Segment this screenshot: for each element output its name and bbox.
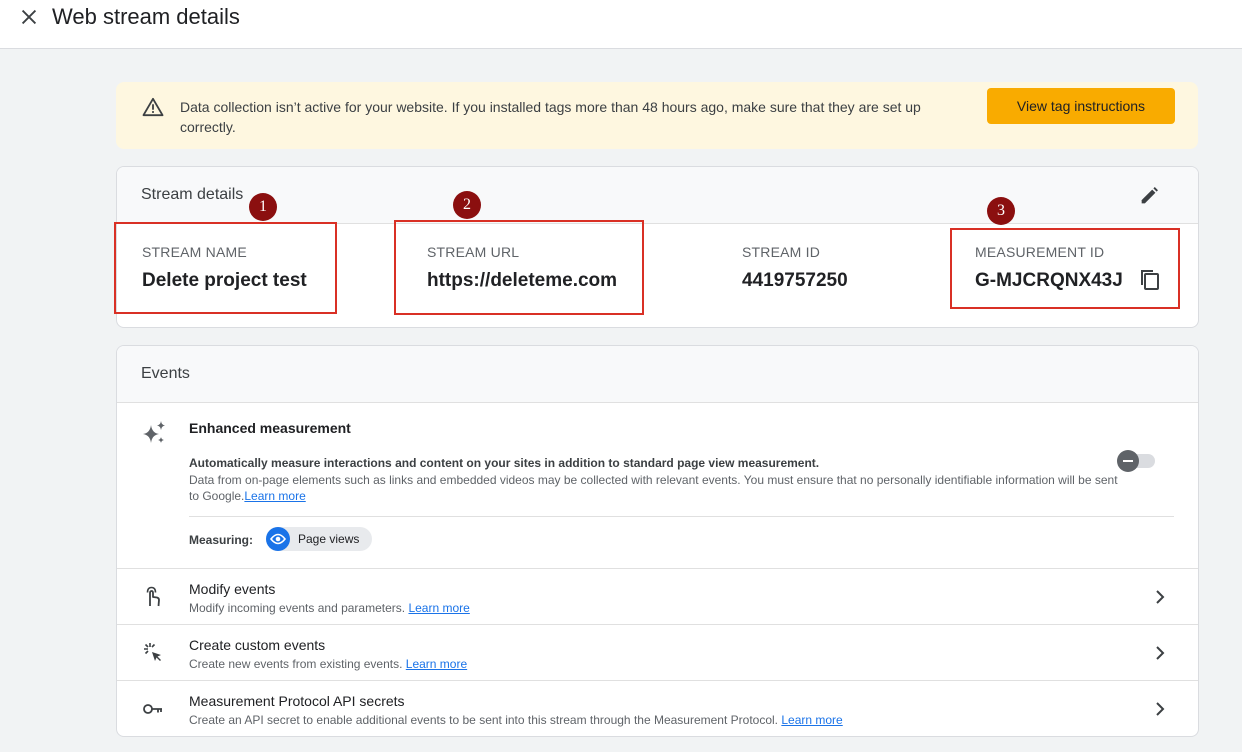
callout-3: 3: [987, 197, 1015, 225]
modify-events-description: Modify incoming events and parameters. L…: [189, 601, 470, 615]
close-icon[interactable]: [18, 6, 40, 28]
measurement-protocol-learn-more-link[interactable]: Learn more: [781, 713, 842, 727]
stream-details-title: Stream details: [141, 186, 244, 203]
view-tag-instructions-button[interactable]: View tag instructions: [987, 88, 1175, 124]
create-custom-events-title: Create custom events: [189, 637, 326, 653]
enhanced-measurement-description-text: Data from on-page elements such as links…: [189, 473, 1118, 503]
eye-icon: [266, 527, 290, 551]
modify-events-row[interactable]: Modify events Modify incoming events and…: [117, 568, 1198, 624]
pencil-icon[interactable]: [1138, 185, 1160, 207]
key-icon: [143, 704, 162, 714]
modify-events-learn-more-link[interactable]: Learn more: [408, 601, 469, 615]
enhanced-measurement-title: Enhanced measurement: [189, 420, 351, 436]
create-custom-events-description: Create new events from existing events. …: [189, 657, 467, 671]
stream-id-label: STREAM ID: [742, 244, 821, 260]
highlight-measurement-id: [950, 228, 1180, 309]
chevron-right-icon: [1156, 646, 1165, 660]
highlight-stream-url: [394, 220, 644, 315]
toggle-knob: [1117, 450, 1139, 472]
page-title: Web stream details: [52, 4, 240, 29]
measurement-protocol-title: Measurement Protocol API secrets: [189, 693, 405, 709]
events-header: Events: [117, 346, 1198, 403]
measurement-protocol-description-text: Create an API secret to enable additiona…: [189, 713, 779, 727]
callout-1: 1: [249, 193, 277, 221]
warning-banner: Data collection isn’t active for your we…: [116, 82, 1198, 149]
events-title: Events: [141, 365, 190, 382]
sparkle-icon: [143, 421, 165, 443]
chevron-right-icon: [1156, 702, 1165, 716]
modify-events-title: Modify events: [189, 581, 276, 597]
measuring-label: Measuring:: [189, 533, 254, 547]
page-views-chip: Page views: [266, 527, 372, 551]
top-bar: Web stream details: [0, 0, 1242, 49]
callout-2: 2: [453, 191, 481, 219]
warning-icon: [142, 97, 164, 117]
stream-id-value: 4419757250: [742, 270, 848, 291]
divider: [189, 516, 1174, 517]
sparkle-click-icon: [144, 643, 161, 661]
chevron-right-icon: [1156, 590, 1165, 604]
measurement-protocol-description: Create an API secret to enable additiona…: [189, 713, 843, 727]
enhanced-measurement-toggle[interactable]: [1117, 450, 1155, 472]
highlight-stream-name: [114, 222, 337, 314]
warning-message: Data collection isn’t active for your we…: [180, 99, 921, 135]
create-custom-events-row[interactable]: Create custom events Create new events f…: [117, 624, 1198, 680]
stream-details-header: Stream details: [117, 167, 1198, 224]
modify-events-description-text: Modify incoming events and parameters.: [189, 601, 406, 615]
create-custom-events-learn-more-link[interactable]: Learn more: [406, 657, 467, 671]
touch-icon: [146, 586, 160, 607]
page-views-chip-label: Page views: [298, 532, 360, 546]
create-custom-events-description-text: Create new events from existing events.: [189, 657, 403, 671]
measurement-protocol-row[interactable]: Measurement Protocol API secrets Create …: [117, 680, 1198, 736]
enhanced-learn-more-link[interactable]: Learn more: [244, 489, 305, 503]
enhanced-measurement-description: Data from on-page elements such as links…: [189, 472, 1119, 504]
events-card: Events Enhanced measurement Automaticall…: [116, 345, 1199, 737]
enhanced-measurement-summary: Automatically measure interactions and c…: [189, 456, 820, 470]
